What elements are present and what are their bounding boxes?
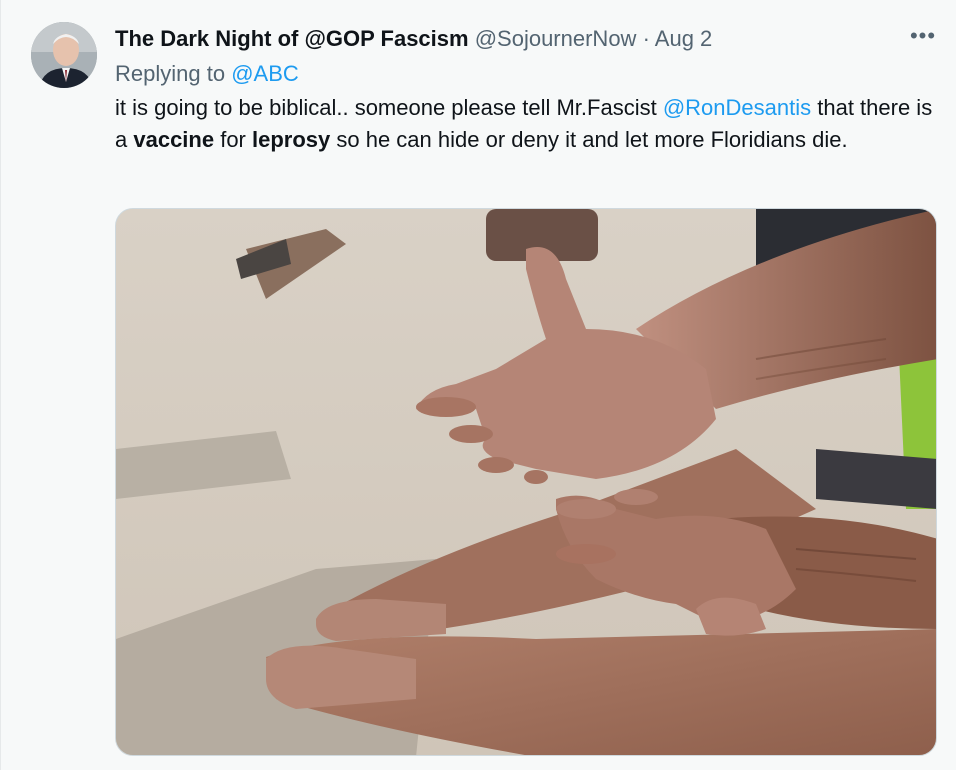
tweet-header: The Dark Night of @GOP Fascism @Sojourne… xyxy=(115,26,712,52)
tweet-photo[interactable] xyxy=(115,208,937,756)
photo-illustration xyxy=(116,209,936,755)
replying-prefix: Replying to xyxy=(115,61,226,86)
ellipsis-icon[interactable]: ••• xyxy=(907,24,939,52)
tweet-text-part1: it is going to be biblical.. someone ple… xyxy=(115,95,663,120)
author-name[interactable]: The Dark Night of @GOP Fascism xyxy=(115,26,469,51)
mention-link[interactable]: @RonDesantis xyxy=(663,95,811,120)
tweet-text: it is going to be biblical.. someone ple… xyxy=(115,92,945,156)
tweet-text-part4: so he can hide or deny it and let more F… xyxy=(330,127,848,152)
tweet-date[interactable]: Aug 2 xyxy=(655,26,713,51)
replying-to-line: Replying to @ABC xyxy=(115,61,299,87)
avatar-image xyxy=(31,22,97,88)
tweet-text-part3: for xyxy=(214,127,252,152)
bold-word-leprosy: leprosy xyxy=(252,127,331,152)
tweet-card[interactable]: The Dark Night of @GOP Fascism @Sojourne… xyxy=(0,0,956,770)
avatar[interactable] xyxy=(31,22,97,88)
author-handle[interactable]: @SojournerNow xyxy=(475,26,637,51)
replying-to-link[interactable]: @ABC xyxy=(231,61,299,86)
bold-word-vaccine: vaccine xyxy=(133,127,215,152)
separator-dot: · xyxy=(642,26,650,51)
